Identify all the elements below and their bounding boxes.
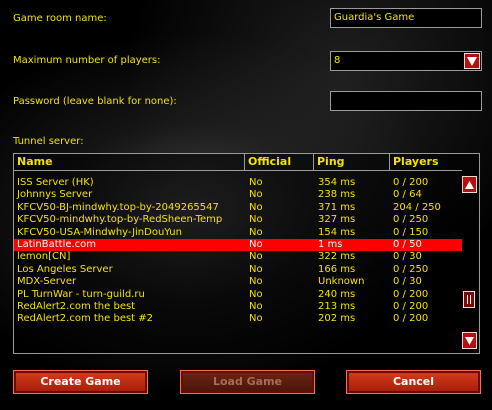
server-official: No	[249, 263, 263, 275]
server-ping: 322 ms	[318, 251, 356, 263]
scrollbar-thumb[interactable]	[463, 291, 475, 308]
server-players: 0 / 150	[393, 226, 429, 238]
server-name: LatinBattle.com	[17, 238, 97, 250]
server-ping: 240 ms	[318, 288, 356, 300]
column-players[interactable]: Players	[390, 154, 462, 170]
server-players: 0 / 200	[393, 313, 429, 325]
server-ping: 371 ms	[318, 201, 356, 213]
server-players: 0 / 30	[393, 276, 422, 288]
server-players: 0 / 200	[393, 177, 429, 188]
scrollbar[interactable]	[460, 154, 479, 353]
table-row[interactable]: LatinBattle.com No 1 ms 0 / 50	[14, 238, 462, 252]
server-name: KFCV50-mindwhy.top-by-RedSheen-Temp	[17, 214, 223, 226]
tunnel-server-list[interactable]: Name Official Ping Players ISS Server (H…	[13, 153, 480, 354]
password-input[interactable]	[330, 91, 482, 111]
server-official: No	[249, 189, 263, 201]
server-official: No	[249, 300, 263, 312]
room-name-input[interactable]: Guardia's Game	[330, 8, 482, 28]
server-name: MDX-Server	[17, 276, 77, 288]
server-players: 0 / 250	[393, 214, 429, 226]
server-players: 0 / 50	[393, 238, 422, 250]
server-ping: 202 ms	[318, 313, 356, 325]
table-row[interactable]: RedAlert2.com the best #2 No 202 ms 0 / 200	[14, 313, 462, 325]
table-row[interactable]: RedAlert2.com the best No 213 ms 0 / 200	[14, 301, 462, 313]
server-ping: 166 ms	[318, 263, 356, 275]
server-players: 0 / 64	[393, 189, 422, 201]
server-players: 204 / 250	[393, 201, 441, 213]
server-official: No	[249, 238, 263, 250]
server-players: 0 / 200	[393, 300, 429, 312]
server-ping: 354 ms	[318, 177, 356, 188]
table-row[interactable]: PL TurnWar - turn-guild.ru No 240 ms 0 / 20…	[14, 289, 462, 301]
max-players-value: 8	[334, 55, 341, 66]
column-ping[interactable]: Ping	[314, 154, 390, 170]
server-name: ISS Server (HK)	[17, 177, 94, 188]
column-name[interactable]: Name	[14, 154, 245, 170]
server-name: RedAlert2.com the best #2	[17, 313, 154, 325]
server-name: Los Angeles Server	[17, 263, 113, 275]
server-players: 0 / 30	[393, 251, 422, 263]
table-row[interactable]: ISS Server (HK) No 354 ms 0 / 200	[14, 177, 462, 189]
max-players-label: Maximum number of players:	[13, 55, 161, 66]
load-game-button[interactable]: Load Game	[180, 370, 315, 394]
chevron-down-icon[interactable]	[464, 53, 480, 69]
server-ping: 238 ms	[318, 189, 356, 201]
server-ping: 327 ms	[318, 214, 356, 226]
table-body: ISS Server (HK) No 354 ms 0 / 200 Johnnys Se…	[14, 177, 462, 326]
server-official: No	[249, 276, 263, 288]
create-game-button[interactable]: Create Game	[13, 370, 148, 394]
server-official: No	[249, 201, 263, 213]
server-ping: 154 ms	[318, 226, 356, 238]
server-name: Johnnys Server	[17, 189, 93, 201]
table-row[interactable]: Los Angeles Server No 166 ms 0 / 250	[14, 264, 462, 276]
server-official: No	[249, 226, 263, 238]
server-official: No	[249, 251, 263, 263]
server-name: KFCV50-USA-Mindwhy-JinDouYun	[17, 226, 182, 238]
table-row[interactable]: KFCV50-USA-Mindwhy-JinDouYun No 154 ms 0 / …	[14, 227, 462, 239]
server-players: 0 / 200	[393, 288, 429, 300]
table-row[interactable]: lemon[CN] No 322 ms 0 / 30	[14, 251, 462, 263]
server-official: No	[249, 288, 263, 300]
server-name: KFCV50-BJ-mindwhy.top-by-2049265547	[17, 201, 219, 213]
room-name-label: Game room name:	[13, 13, 107, 24]
table-row[interactable]: Johnnys Server No 238 ms 0 / 64	[14, 189, 462, 201]
server-name: RedAlert2.com the best	[17, 300, 136, 312]
server-ping: Unknown	[318, 276, 365, 288]
cancel-button[interactable]: Cancel	[346, 370, 481, 394]
column-official[interactable]: Official	[245, 154, 314, 170]
table-row[interactable]: KFCV50-mindwhy.top-by-RedSheen-Temp No 327…	[14, 214, 462, 226]
tunnel-server-label: Tunnel server:	[13, 136, 84, 147]
scroll-up-icon[interactable]	[462, 176, 477, 193]
server-name: lemon[CN]	[17, 251, 71, 263]
table-header: Name Official Ping Players	[14, 154, 462, 171]
max-players-dropdown[interactable]: 8	[330, 51, 482, 71]
server-official: No	[249, 313, 263, 325]
password-label: Password (leave blank for none):	[13, 96, 177, 107]
server-official: No	[249, 177, 263, 188]
scroll-down-icon[interactable]	[462, 332, 477, 349]
server-name: PL TurnWar - turn-guild.ru	[17, 288, 145, 300]
table-row[interactable]: KFCV50-BJ-mindwhy.top-by-2049265547 No 371…	[14, 202, 462, 214]
server-players: 0 / 250	[393, 263, 429, 275]
server-official: No	[249, 214, 263, 226]
table-row[interactable]: MDX-Server No Unknown 0 / 30	[14, 276, 462, 288]
server-ping: 213 ms	[318, 300, 356, 312]
server-ping: 1 ms	[318, 238, 343, 250]
